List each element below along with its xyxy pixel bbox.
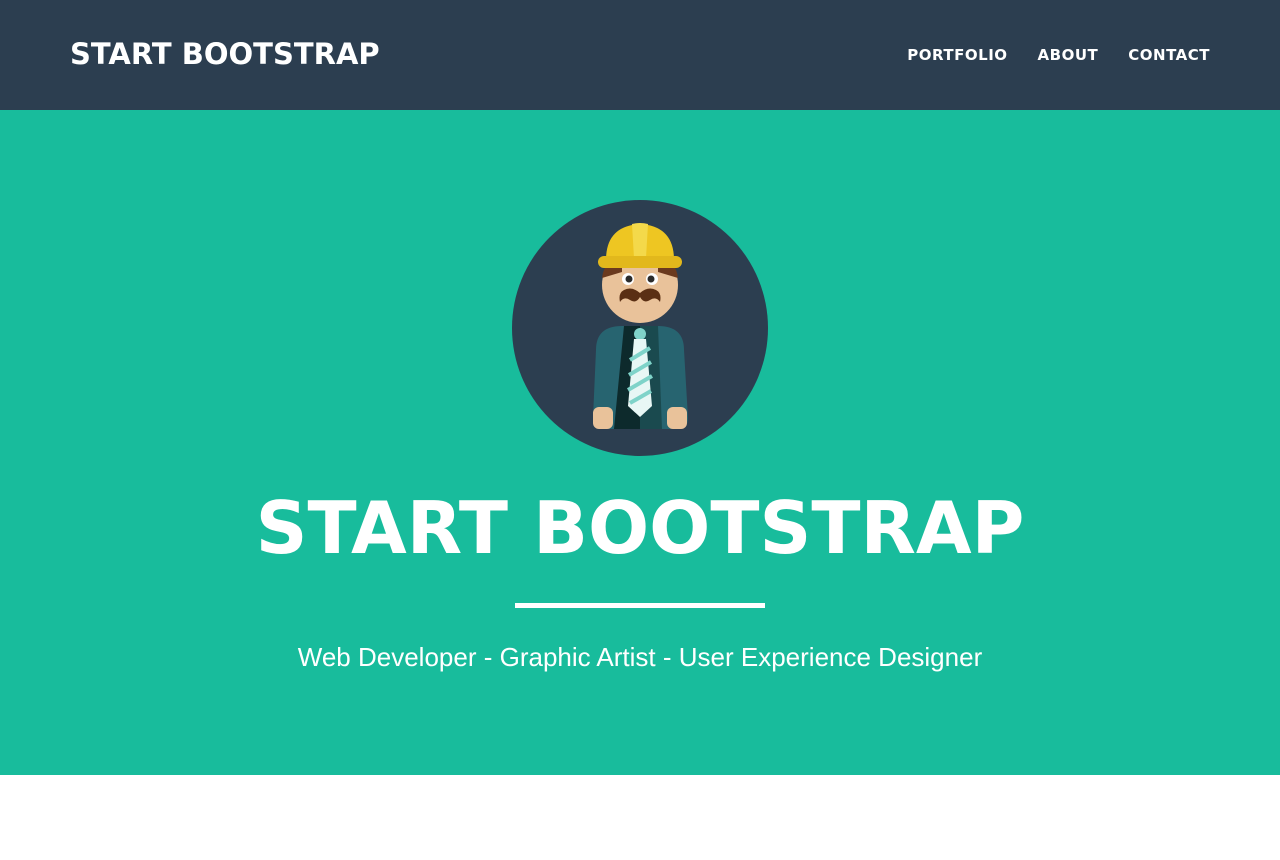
masthead: START BOOTSTRAP Web Developer - Graphic … — [0, 110, 1280, 775]
nav-link-portfolio[interactable]: PORTFOLIO — [907, 45, 1007, 65]
nav-link-contact[interactable]: CONTACT — [1128, 45, 1210, 65]
content-area — [0, 775, 1280, 860]
brand-link[interactable]: START BOOTSTRAP — [70, 36, 380, 72]
developer-avatar-icon — [512, 200, 768, 456]
nav-link-about[interactable]: ABOUT — [1038, 45, 1099, 65]
page-title: START BOOTSTRAP — [255, 486, 1025, 570]
nav-links: PORTFOLIO ABOUT CONTACT — [907, 45, 1210, 65]
page-subtitle: Web Developer - Graphic Artist - User Ex… — [297, 642, 983, 672]
divider — [515, 603, 765, 608]
navbar: START BOOTSTRAP PORTFOLIO ABOUT CONTACT — [0, 0, 1280, 110]
